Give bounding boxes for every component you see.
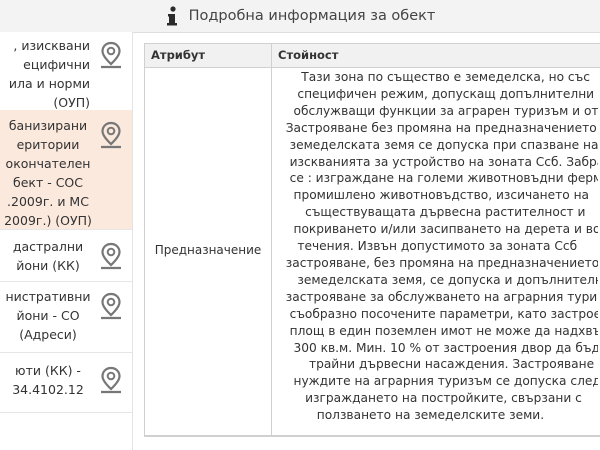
table-header: Атрибут Стойност xyxy=(145,44,600,68)
attribute-cell: Предназначение xyxy=(154,243,262,257)
layer-item-label: дастрални йони (КК) xyxy=(12,239,84,273)
attribute-table: Атрибут Стойност Предназначение Тази зон… xyxy=(144,43,600,437)
info-icon xyxy=(166,6,177,26)
table-bottom-border xyxy=(145,435,600,436)
map-pin-icon[interactable] xyxy=(99,242,123,270)
column-header-value: Стойност xyxy=(278,48,339,62)
layer-item[interactable]: юти (КК) - 34.4102.12 xyxy=(0,352,132,413)
layer-item-label: нистративни йони - СО (Адреси) xyxy=(5,289,91,342)
column-divider xyxy=(271,44,272,436)
panel-header: Подробна информация за обект xyxy=(0,0,600,33)
layer-item-label: юти (КК) - 34.4102.12 xyxy=(12,363,84,397)
layer-item[interactable]: нистративни йони - СО (Адреси) xyxy=(0,281,132,353)
column-header-attribute: Атрибут xyxy=(151,48,206,62)
map-pin-icon[interactable] xyxy=(99,366,123,394)
layer-item-label: , изисквани ецифични ила и норми (ОУП) xyxy=(8,38,90,110)
layer-item[interactable]: дастрални йони (КК) xyxy=(0,229,132,282)
layer-list: , изисквани ецифични ила и норми (ОУП) б… xyxy=(0,32,133,450)
layer-item-label: банизирани еритории окончателен бект - С… xyxy=(4,118,92,228)
layer-item[interactable]: банизирани еритории окончателен бект - С… xyxy=(0,110,132,230)
map-pin-icon[interactable] xyxy=(99,121,123,149)
value-cell: Тази зона по същество е земеделска, но с… xyxy=(285,70,598,423)
panel-title: Подробна информация за обект xyxy=(188,8,436,24)
layer-item[interactable]: , изисквани ецифични ила и норми (ОУП) xyxy=(0,32,132,111)
map-pin-icon[interactable] xyxy=(99,41,123,69)
map-pin-icon[interactable] xyxy=(99,292,123,320)
